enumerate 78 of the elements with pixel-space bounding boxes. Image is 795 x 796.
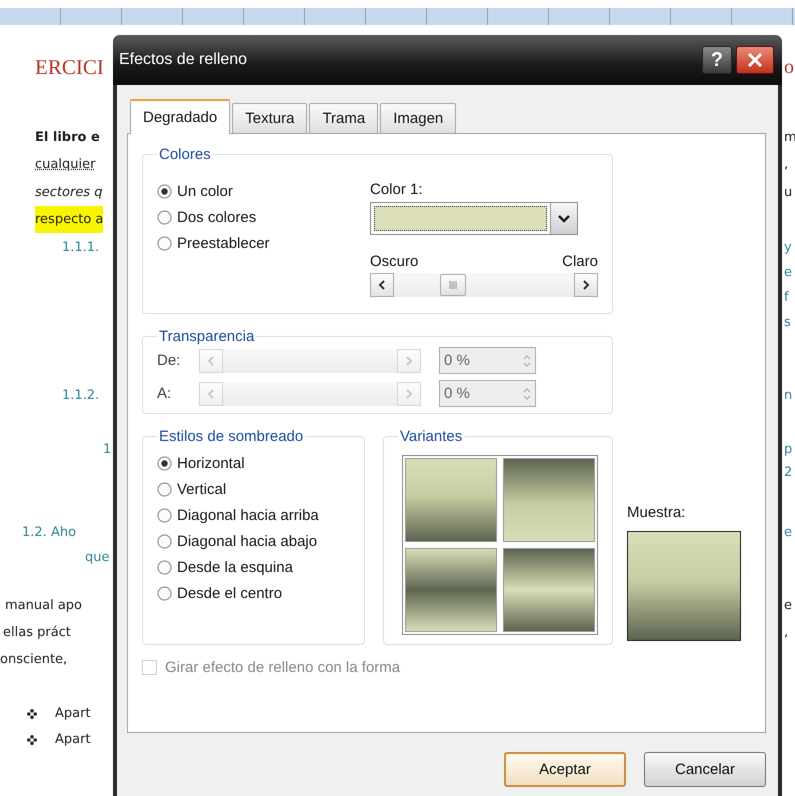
tab[interactable]: Degradado	[130, 99, 230, 134]
group-label: Transparencia	[158, 328, 256, 345]
document-text: ,	[784, 624, 788, 642]
document-text: manual apo	[5, 597, 82, 615]
numbered-heading: n	[784, 387, 792, 405]
help-button[interactable]: ?	[702, 46, 732, 74]
field-label: De:	[157, 352, 182, 369]
numbered-heading: f	[784, 289, 789, 307]
radio-option[interactable]: Desde el centro	[157, 585, 350, 602]
radio-option[interactable]: Desde la esquina	[157, 559, 350, 576]
numbered-heading: 1.1.2.	[62, 387, 100, 405]
document-text: u	[784, 184, 792, 202]
color-dropdown[interactable]	[370, 202, 578, 235]
gradient-variant[interactable]	[405, 548, 497, 632]
tab[interactable]: Imagen	[380, 103, 456, 133]
chevron-right-icon	[405, 356, 413, 366]
dialog-button[interactable]: Cancelar	[644, 752, 766, 787]
chevron-left-icon	[207, 356, 215, 366]
tab[interactable]: Textura	[232, 103, 308, 133]
document-text: ,	[784, 156, 788, 174]
numbered-heading: e	[784, 264, 792, 282]
numbered-heading: 2	[784, 464, 792, 482]
numbered-heading: que	[85, 549, 110, 567]
document-text: onsciente,	[0, 651, 68, 669]
document-text: e	[784, 597, 792, 615]
numbered-heading: 1.1.1.	[62, 239, 100, 257]
document-text: El libro e	[35, 129, 100, 147]
numbered-heading: 1	[103, 441, 112, 459]
grip-icon	[448, 281, 458, 289]
document-text: cualquier	[35, 156, 96, 174]
radio-option[interactable]: Dos colores	[157, 209, 270, 226]
numbered-heading: s	[784, 314, 791, 332]
slider-label: Claro	[562, 253, 598, 270]
bullet-icon	[27, 708, 37, 718]
numbered-heading: 1.2. Aho	[22, 524, 76, 542]
highlighted-text: respecto a	[35, 206, 104, 233]
close-button[interactable]	[736, 46, 774, 74]
chevron-left-icon	[378, 280, 386, 290]
radio-option[interactable]: Diagonal hacia abajo	[157, 533, 350, 550]
group-label: Colores	[158, 146, 212, 163]
window-title: Efectos de relleno	[119, 51, 248, 69]
radio-option[interactable]: Horizontal	[157, 455, 350, 472]
chevron-down-icon	[558, 214, 570, 222]
document-text: ellas práct	[3, 624, 71, 642]
radio-option[interactable]: Un color	[157, 183, 270, 200]
close-icon	[747, 53, 763, 67]
scroll-right-button[interactable]	[574, 273, 598, 297]
document-text: Apart	[55, 731, 91, 749]
group-label: Estilos de sombreado	[158, 428, 304, 445]
bullet-icon	[27, 734, 37, 744]
spinner-icon	[523, 386, 531, 400]
slider[interactable]	[370, 273, 598, 297]
slider-label: Oscuro	[370, 253, 418, 270]
sample-label: Muestra:	[627, 504, 686, 521]
chevron-right-icon	[405, 388, 413, 398]
slider-thumb[interactable]	[440, 274, 466, 296]
numbered-heading: y	[784, 239, 792, 257]
tab[interactable]: Trama	[309, 103, 378, 133]
document-heading: ERCICI	[35, 54, 104, 81]
radio-option[interactable]: Diagonal hacia arriba	[157, 507, 350, 524]
document-text: Apart	[55, 705, 91, 723]
numbered-heading: p	[784, 441, 792, 459]
field-label: Color 1:	[370, 181, 424, 198]
gradient-variant[interactable]	[405, 458, 497, 542]
document-text: sectores q	[35, 184, 102, 202]
spinner-icon	[523, 354, 531, 368]
group-label: Variantes	[399, 428, 464, 445]
chevron-right-icon	[582, 280, 590, 290]
field-label: A:	[157, 385, 172, 402]
gradient-variant[interactable]	[503, 458, 595, 542]
document-heading: o	[784, 55, 794, 80]
dialog-button[interactable]: Aceptar	[504, 752, 626, 787]
scroll-left-button[interactable]	[370, 273, 394, 297]
radio-option[interactable]: Vertical	[157, 481, 350, 498]
radio-option[interactable]: Preestablecer	[157, 235, 270, 252]
chevron-left-icon	[207, 388, 215, 398]
numbered-heading: e	[784, 524, 792, 542]
gradient-variant[interactable]	[503, 548, 595, 632]
